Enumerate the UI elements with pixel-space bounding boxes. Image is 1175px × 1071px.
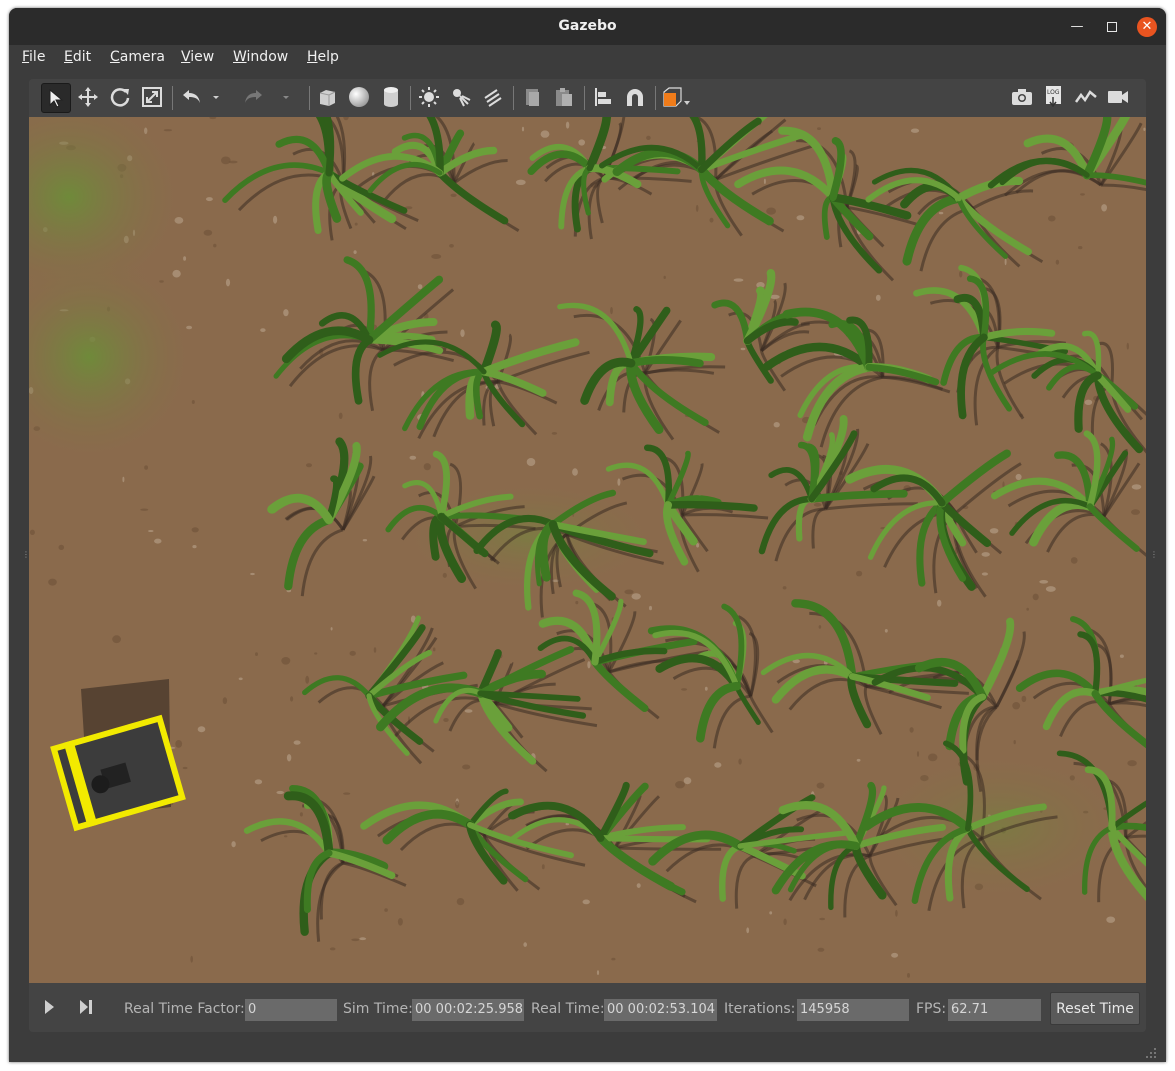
paste-button[interactable] xyxy=(550,83,578,111)
fps-label: FPS: xyxy=(916,1001,947,1017)
fps-value: 62.71 xyxy=(948,999,1041,1021)
toolbar: LOG xyxy=(29,79,1146,117)
real-time-factor-label: Real Time Factor: xyxy=(124,1001,245,1017)
iterations-label: Iterations: xyxy=(724,1001,796,1017)
view-angle-button[interactable] xyxy=(659,83,693,111)
play-button[interactable] xyxy=(35,993,63,1021)
crop-field-scene xyxy=(29,117,1146,983)
align-button[interactable] xyxy=(589,83,617,111)
align-icon xyxy=(595,88,611,106)
menu-help[interactable]: Help xyxy=(307,49,339,65)
real-time-factor-value: 0 xyxy=(245,999,337,1021)
sim-time-value: 00 00:02:25.958 xyxy=(412,999,524,1021)
close-icon: ✕ xyxy=(1141,19,1153,34)
undo-history-dropdown[interactable] xyxy=(209,83,223,111)
magnet-icon xyxy=(627,89,643,106)
menu-camera[interactable]: Camera xyxy=(110,49,165,65)
select-mode-button[interactable] xyxy=(41,83,71,113)
menu-view[interactable]: View xyxy=(181,49,214,65)
camera-icon xyxy=(1012,89,1032,105)
svg-text:LOG: LOG xyxy=(1047,89,1060,96)
log-icon: LOG xyxy=(1046,86,1061,108)
title-bar[interactable]: Gazebo xyxy=(9,8,1166,45)
view-cube-icon xyxy=(663,87,690,107)
play-icon xyxy=(45,1000,54,1014)
spot-light-button[interactable] xyxy=(447,83,475,111)
right-panel-handle[interactable]: ⋮ xyxy=(1150,550,1158,570)
directional-light-button[interactable] xyxy=(479,83,507,111)
resize-grip-icon[interactable] xyxy=(1143,1045,1157,1059)
scale-mode-button[interactable] xyxy=(138,83,166,111)
copy-button[interactable] xyxy=(518,83,546,111)
menu-edit[interactable]: Edit xyxy=(64,49,91,65)
menu-file[interactable]: File xyxy=(22,49,45,65)
rotate-icon xyxy=(110,88,130,107)
chevron-down-icon xyxy=(213,96,219,99)
step-button[interactable] xyxy=(72,993,100,1021)
arrow-cursor-icon xyxy=(49,88,64,108)
chevron-down-icon xyxy=(283,96,289,99)
sphere-icon xyxy=(349,87,369,107)
line-chart-icon xyxy=(1075,90,1097,103)
record-video-button[interactable] xyxy=(1104,83,1132,111)
point-light-button[interactable] xyxy=(415,83,443,111)
box-shape-button[interactable] xyxy=(313,83,341,111)
3d-viewport[interactable] xyxy=(29,117,1146,983)
cylinder-shape-button[interactable] xyxy=(377,83,405,111)
cylinder-icon xyxy=(384,87,398,107)
real-time-label: Real Time: xyxy=(531,1001,605,1017)
maximize-button[interactable] xyxy=(1102,17,1122,37)
paste-icon xyxy=(556,88,572,106)
step-forward-icon xyxy=(80,1000,92,1014)
redo-history-dropdown[interactable] xyxy=(279,83,293,111)
snap-button[interactable] xyxy=(621,83,649,111)
left-panel-handle[interactable]: ⋮ xyxy=(22,550,30,570)
redo-icon xyxy=(245,90,262,103)
box-icon xyxy=(319,90,336,106)
menu-window[interactable]: Window xyxy=(233,49,288,65)
translate-mode-button[interactable] xyxy=(74,83,102,111)
iterations-value: 145958 xyxy=(797,999,909,1021)
spot-light-icon xyxy=(453,89,471,107)
move-arrows-icon xyxy=(78,87,98,107)
status-bar: Real Time Factor: 0 Sim Time: 00 00:02:2… xyxy=(29,983,1146,1032)
minimize-button[interactable]: — xyxy=(1067,17,1087,37)
sphere-shape-button[interactable] xyxy=(345,83,373,111)
scale-icon xyxy=(142,87,162,107)
undo-button[interactable] xyxy=(178,83,206,111)
log-button[interactable]: LOG xyxy=(1040,83,1068,111)
menu-bar: File Edit Camera View Window Help xyxy=(9,45,1166,71)
undo-icon xyxy=(183,90,200,103)
window-title: Gazebo xyxy=(558,18,617,34)
copy-icon xyxy=(526,89,539,106)
reset-time-button[interactable]: Reset Time xyxy=(1050,992,1140,1025)
redo-button[interactable] xyxy=(239,83,267,111)
point-light-icon xyxy=(419,87,439,107)
real-time-value: 00 00:02:53.104 xyxy=(604,999,717,1021)
video-camera-icon xyxy=(1108,91,1128,103)
close-button[interactable]: ✕ xyxy=(1137,17,1157,37)
rotate-mode-button[interactable] xyxy=(106,83,134,111)
screenshot-button[interactable] xyxy=(1008,83,1036,111)
plot-button[interactable] xyxy=(1072,83,1100,111)
main-panel: LOG Real Time Factor: 0 Sim Time: 00 00:… xyxy=(29,79,1146,1032)
directional-light-icon xyxy=(484,89,502,107)
sim-time-label: Sim Time: xyxy=(343,1001,413,1017)
gazebo-window: Gazebo — ✕ File Edit Camera View Window … xyxy=(9,8,1166,1062)
